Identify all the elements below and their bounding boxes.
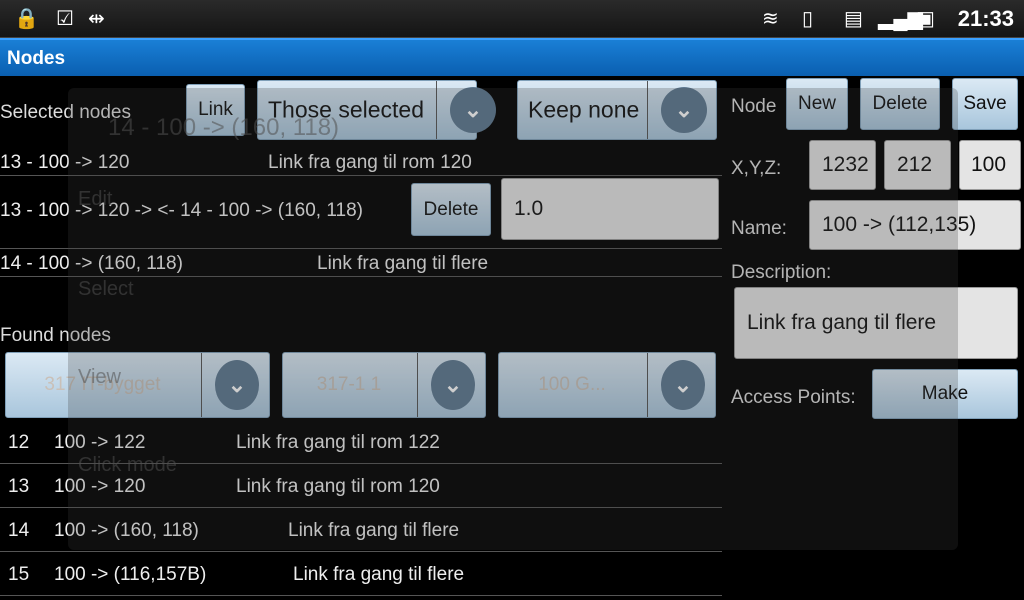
- chevron-down-icon: ⌄: [450, 87, 496, 133]
- found-row-desc: Link fra gang til flere: [293, 564, 465, 585]
- selected-row-desc: Link fra gang til flere: [317, 253, 489, 274]
- ghost-menu-item: Click mode: [78, 454, 177, 476]
- building-spinner[interactable]: 317 IT-bygget ⌄: [5, 352, 270, 418]
- chevron-down-icon: ⌄: [661, 87, 707, 133]
- building-spinner-value: 317 IT-bygget: [44, 374, 161, 395]
- found-row-name: 100 -> (116,157B): [54, 564, 207, 585]
- found-row-desc: Link fra gang til rom 122: [236, 432, 440, 453]
- clock: 21:33: [957, 6, 1014, 31]
- found-row-id: 13: [8, 476, 30, 497]
- battery-icon: ▣: [916, 8, 935, 30]
- access-points-label: Access Points:: [731, 387, 856, 408]
- z-input[interactable]: 100: [959, 140, 1021, 190]
- make-access-points-button[interactable]: Make: [872, 369, 1018, 419]
- mode-spinner[interactable]: Those selected ⌄: [257, 80, 496, 140]
- found-row-name: 100 -> 120: [54, 476, 146, 497]
- found-row-name: 100 -> (160, 118): [54, 520, 199, 541]
- description-input[interactable]: Link fra gang til flere: [734, 287, 1018, 359]
- link-weight-input[interactable]: 1.0: [501, 178, 719, 240]
- wifi-icon: ≋: [762, 8, 779, 30]
- x-input[interactable]: 1232: [809, 140, 876, 190]
- keep-spinner-value: Keep none: [528, 96, 640, 123]
- chevron-down-icon: ⌄: [431, 360, 475, 410]
- xyz-label: X,Y,Z:: [731, 158, 782, 179]
- node-label: Node: [731, 96, 777, 117]
- new-node-button[interactable]: New: [786, 78, 848, 130]
- title-bar: Nodes: [0, 38, 1024, 76]
- download-done-icon: ☑: [56, 8, 74, 30]
- selected-nodes-label: Selected nodes: [0, 102, 131, 123]
- link-row-text: 13 - 100 -> 120 -> <- 14 - 100 -> (160, …: [0, 200, 363, 221]
- found-row-desc: Link fra gang til flere: [288, 520, 460, 541]
- link-button[interactable]: Link: [186, 84, 245, 136]
- chevron-down-icon: ⌄: [215, 360, 259, 410]
- vibrate-icon: ▯: [802, 8, 814, 30]
- found-row-id: 14: [8, 520, 30, 541]
- delete-node-button[interactable]: Delete: [860, 78, 940, 130]
- chevron-down-icon: ⌄: [661, 360, 705, 410]
- y-input[interactable]: 212: [884, 140, 951, 190]
- status-bar: 🔒 ☑ ⇹ ≋ ▯ ▤ ▂▄▆ ▣ 21:33: [0, 0, 1024, 38]
- found-row-id: 15: [8, 564, 30, 585]
- description-label: Description:: [731, 262, 832, 283]
- mode-spinner-value: Those selected: [268, 96, 424, 123]
- floor-spinner-value: 317-1 1: [316, 374, 382, 395]
- floor-spinner[interactable]: 317-1 1 ⌄: [282, 352, 486, 418]
- room-spinner-value: 100 G...: [538, 374, 606, 395]
- found-row-desc: Link fra gang til rom 120: [236, 476, 440, 497]
- usb-icon: ⇹: [88, 8, 105, 30]
- ghost-menu-item: Select: [78, 278, 134, 300]
- sim-icon: ▤: [844, 8, 863, 30]
- page-title: Nodes: [7, 48, 66, 69]
- selected-row-text: 14 - 100 -> (160, 118): [0, 253, 183, 274]
- found-row-id: 12: [8, 432, 30, 453]
- name-input[interactable]: 100 -> (112,135): [809, 200, 1021, 250]
- keep-spinner[interactable]: Keep none ⌄: [517, 80, 717, 140]
- found-row-name: 100 -> 122: [54, 432, 146, 453]
- found-nodes-label: Found nodes: [0, 325, 111, 346]
- room-spinner[interactable]: 100 G... ⌄: [498, 352, 716, 418]
- delete-link-button[interactable]: Delete: [411, 183, 491, 236]
- name-label: Name:: [731, 218, 787, 239]
- selected-row-text: 13 - 100 -> 120: [0, 152, 130, 173]
- selected-row-desc: Link fra gang til rom 120: [268, 152, 472, 173]
- save-node-button[interactable]: Save: [952, 78, 1018, 130]
- shopping-bag-icon: 🔒: [14, 8, 39, 30]
